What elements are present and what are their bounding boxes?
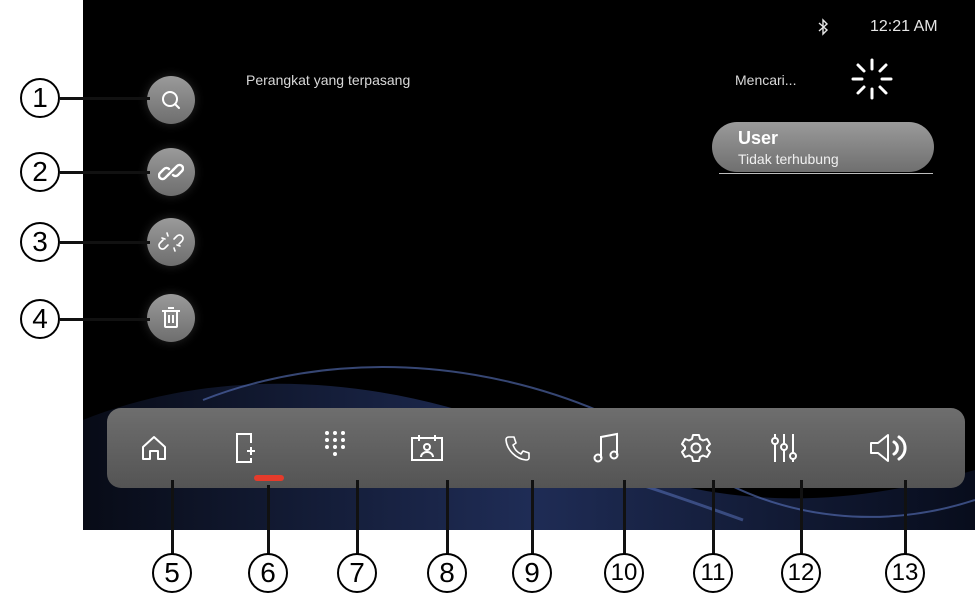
- volume-icon: [870, 434, 907, 462]
- callout-4: 4: [20, 299, 60, 339]
- divider: [719, 173, 933, 174]
- settings-icon: [681, 434, 711, 462]
- trash-icon: [162, 307, 180, 328]
- callout-13: 13: [885, 553, 925, 593]
- callout-line-1: [60, 97, 150, 100]
- dock-contacts-button[interactable]: [402, 408, 452, 488]
- contacts-icon: [411, 435, 443, 461]
- callout-line-2: [60, 171, 150, 174]
- device-item-user[interactable]: User Tidak terhubung: [712, 122, 934, 172]
- head-unit-screen: 12:21 AM Perangkat yang terpasang Mencar…: [83, 0, 975, 530]
- callout-7: 7: [337, 553, 377, 593]
- disconnect-button[interactable]: [147, 218, 195, 266]
- callout-line-11: [712, 480, 715, 555]
- callout-3: 3: [20, 222, 60, 262]
- callout-line-13: [904, 480, 907, 555]
- callout-line-12: [800, 480, 803, 555]
- music-icon: [593, 432, 619, 463]
- delete-button[interactable]: [147, 294, 195, 342]
- active-indicator: [254, 475, 284, 481]
- dock-music-button[interactable]: [582, 408, 632, 488]
- dock-equalizer-button[interactable]: [759, 408, 809, 488]
- dock-dialpad-button[interactable]: [310, 408, 360, 488]
- callout-line-5: [171, 480, 174, 555]
- device-state: Tidak terhubung: [738, 151, 839, 167]
- bluetooth-icon: [818, 18, 829, 36]
- unlink-icon: [158, 232, 184, 252]
- dock-settings-button[interactable]: [671, 408, 721, 488]
- callout-6: 6: [248, 553, 288, 593]
- connect-button[interactable]: [147, 148, 195, 196]
- callout-line-4: [60, 318, 150, 321]
- status-time: 12:21 AM: [870, 18, 938, 35]
- callout-8: 8: [427, 553, 467, 593]
- loading-spinner-icon: [851, 58, 893, 100]
- callout-1: 1: [20, 78, 60, 118]
- callout-line-8: [446, 480, 449, 555]
- callout-10: 10: [604, 553, 644, 593]
- device-name: User: [738, 128, 779, 148]
- callout-line-7: [356, 480, 359, 555]
- callout-5: 5: [152, 553, 192, 593]
- phone-add-icon: [236, 433, 255, 463]
- callout-9: 9: [512, 553, 552, 593]
- bottom-dock: [107, 408, 965, 488]
- callout-line-3: [60, 241, 150, 244]
- call-icon: [505, 436, 530, 461]
- home-icon: [142, 436, 166, 460]
- search-icon: [162, 91, 180, 109]
- equalizer-icon: [771, 434, 797, 462]
- page-title: Perangkat yang terpasang: [246, 72, 411, 88]
- callout-line-9: [531, 480, 534, 555]
- callout-line-6: [267, 485, 270, 555]
- search-button[interactable]: [147, 76, 195, 124]
- dock-volume-button[interactable]: [865, 408, 915, 488]
- callout-line-10: [623, 480, 626, 555]
- link-icon: [158, 163, 184, 181]
- callout-12: 12: [781, 553, 821, 593]
- callout-2: 2: [20, 152, 60, 192]
- search-status: Mencari...: [735, 72, 797, 88]
- callout-11: 11: [693, 553, 733, 593]
- dock-call-button[interactable]: [493, 408, 543, 488]
- dialpad-icon: [325, 431, 345, 456]
- dock-home-button[interactable]: [129, 408, 179, 488]
